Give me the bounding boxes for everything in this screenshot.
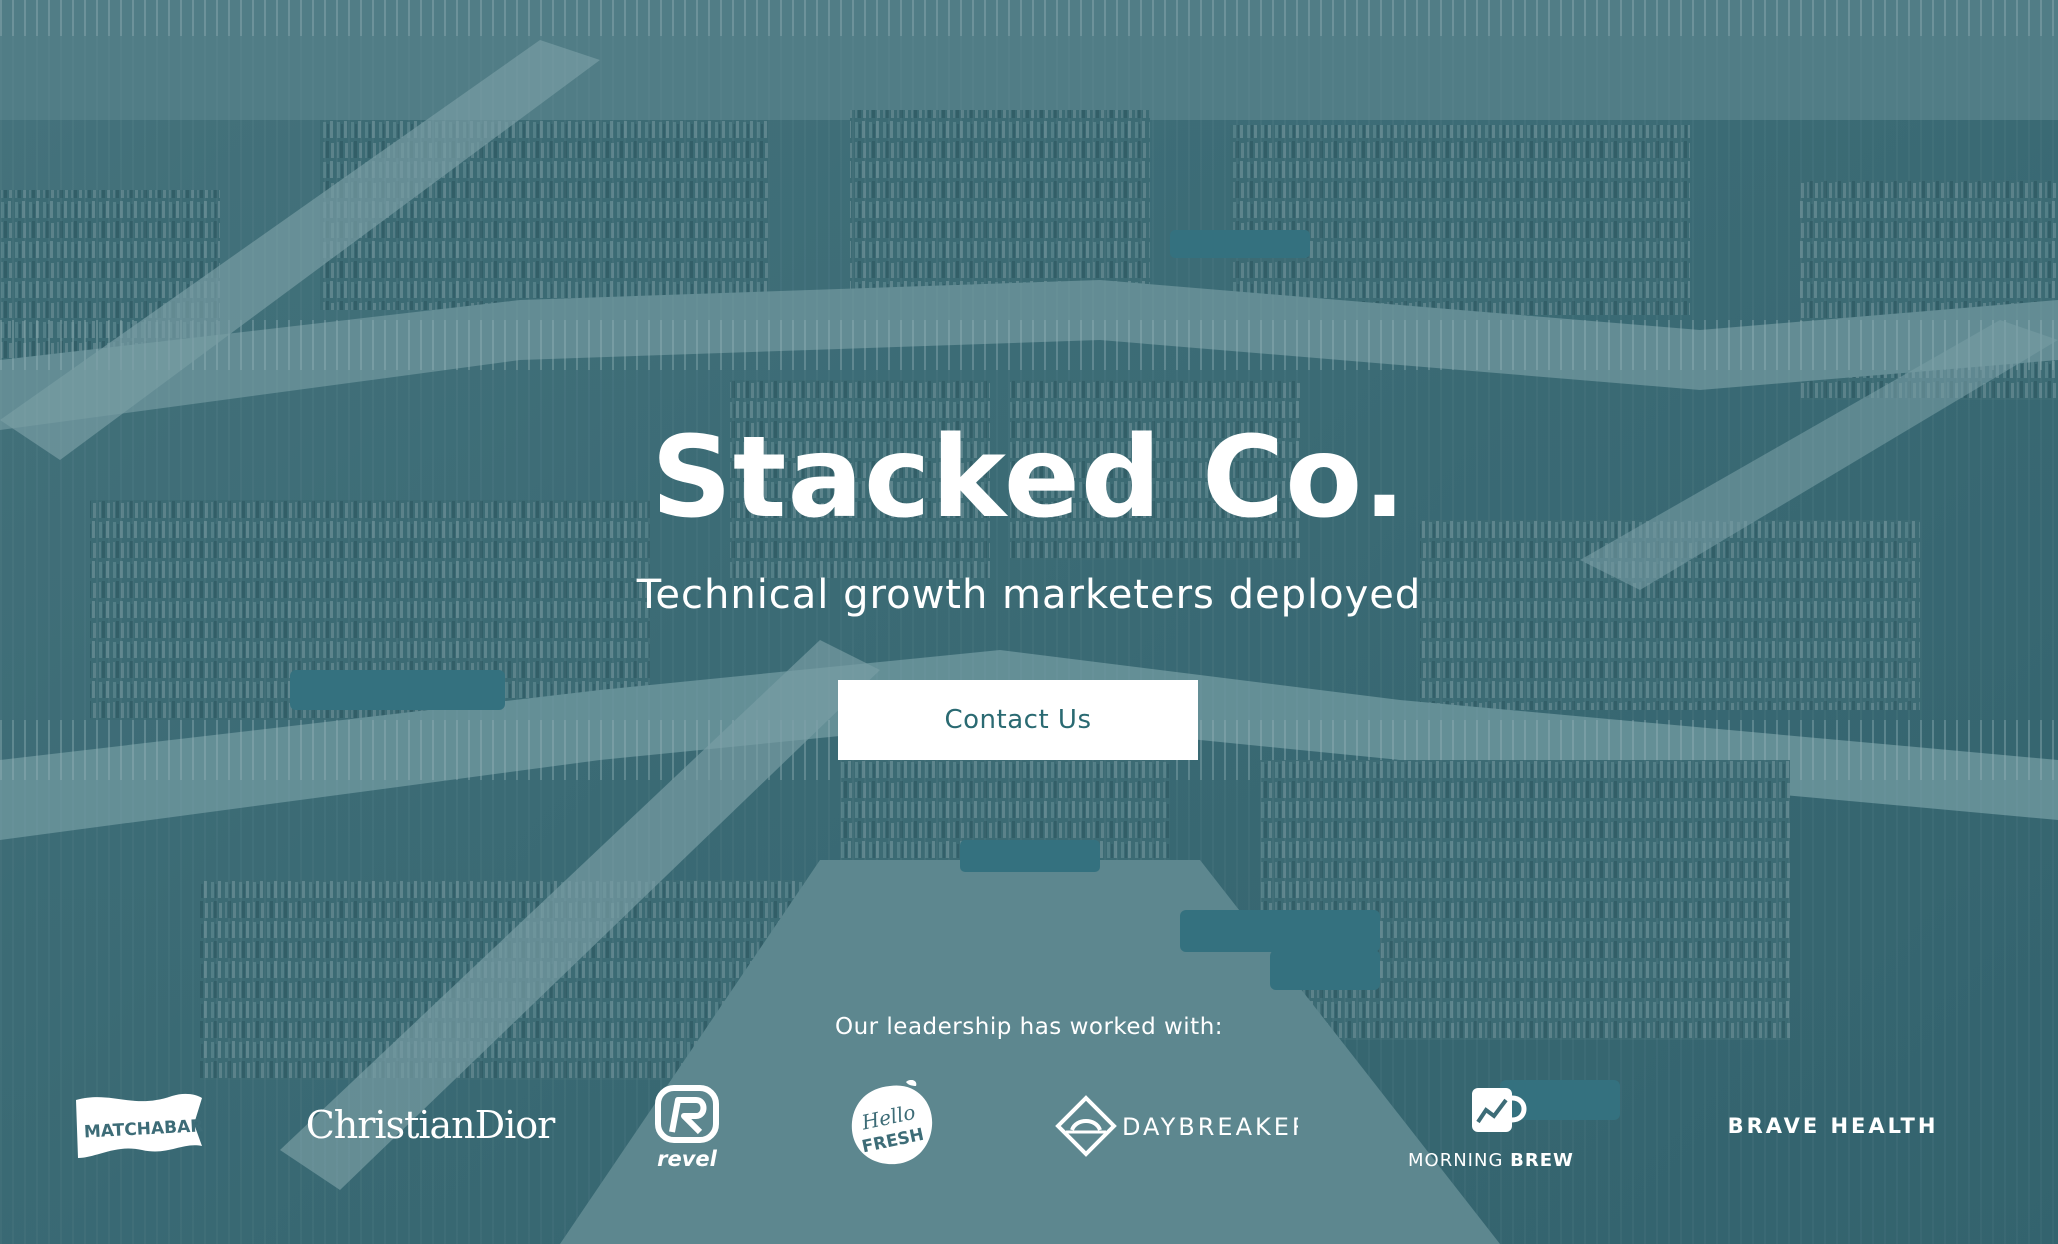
revel-logo: revel xyxy=(652,1084,722,1170)
christian-dior-logo: ChristianDior xyxy=(305,1103,556,1147)
hero-overlay xyxy=(0,0,2058,1244)
matchabar-logo: MATCHABAR xyxy=(72,1086,206,1162)
svg-text:DAYBREAKER: DAYBREAKER xyxy=(1122,1113,1298,1141)
hero-subtitle: Technical growth marketers deployed xyxy=(636,572,1422,618)
contact-us-button[interactable]: Contact Us xyxy=(838,680,1198,760)
clients-heading: Our leadership has worked with: xyxy=(834,1014,1224,1040)
svg-text:MORNING BREW: MORNING BREW xyxy=(1408,1150,1574,1171)
hero-background xyxy=(0,0,2058,1244)
client-logos-row: MATCHABAR ChristianDior revel Hello FRES… xyxy=(0,1080,2058,1180)
daybreaker-logo: DAYBREAKER xyxy=(1054,1094,1298,1158)
morning-brew-logo: MORNING BREW xyxy=(1406,1080,1586,1172)
hellofresh-logo: Hello FRESH xyxy=(846,1080,936,1168)
brave-health-logo: BRAVE HEALTH xyxy=(1727,1114,1939,1138)
svg-text:revel: revel xyxy=(657,1147,718,1170)
hero-title: Stacked Co. xyxy=(651,413,1407,543)
